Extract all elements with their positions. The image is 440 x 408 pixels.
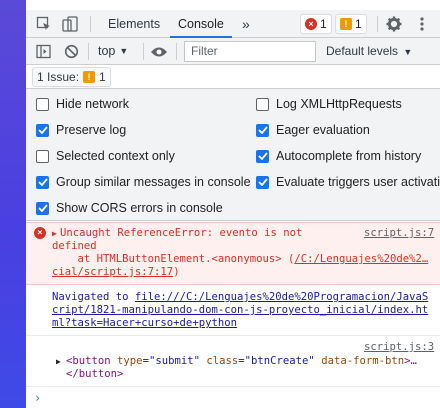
setting-eager-evaluation[interactable]: Eager evaluation xyxy=(256,123,370,137)
error-text-line: Uncaught ReferenceError: evento is not xyxy=(60,227,303,239)
checkbox-checked[interactable] xyxy=(256,149,269,163)
setting-label: Show CORS errors in console xyxy=(56,201,223,215)
checkbox-checked[interactable] xyxy=(256,175,269,189)
context-selector-label: top xyxy=(98,44,116,58)
navigation-url-link[interactable]: cript/1821-manipulando-dom-con-js-proyec… xyxy=(52,304,428,317)
tab-elements[interactable]: Elements xyxy=(108,10,160,38)
setting-group-similar[interactable]: Group similar messages in console xyxy=(36,175,251,189)
console-element-log: script.js:3 ▶ <button type="submit" clas… xyxy=(26,337,440,387)
issues-count: 1 xyxy=(99,70,106,84)
navigation-prefix: Navigated to xyxy=(52,291,135,303)
stack-trace-link[interactable]: cial/script.js:7:17 xyxy=(52,266,173,278)
issues-button[interactable]: 1 Issue: ! 1 xyxy=(32,67,111,87)
stack-trace-link[interactable]: /C:/Lenguajes%20de%2… xyxy=(294,253,428,265)
stack-trace-text: at HTMLButtonElement.<anonymous> ( xyxy=(52,253,295,265)
devtools-tab-bar: Elements Console » × 1 ! 1 xyxy=(26,10,440,38)
tag-open: <button xyxy=(66,355,111,367)
attr-name: type xyxy=(117,355,143,367)
expand-triangle-icon[interactable]: ▶ xyxy=(52,227,57,240)
divider xyxy=(88,43,89,60)
checkbox[interactable] xyxy=(36,149,49,163)
divider xyxy=(143,43,144,60)
error-source-link[interactable]: script.js:7 xyxy=(364,227,434,240)
checkbox-checked[interactable] xyxy=(256,123,269,137)
filter-placeholder: Filter xyxy=(191,44,218,58)
log-levels-dropdown[interactable]: Default levels ▼ xyxy=(326,38,412,65)
console-settings-pane: Hide network Preserve log Selected conte… xyxy=(26,89,440,221)
console-toolbar: top ▼ Filter Default levels ▼ xyxy=(26,38,440,65)
filter-input[interactable]: Filter xyxy=(184,41,316,62)
live-expression-eye-icon[interactable] xyxy=(150,43,168,60)
issues-bar: 1 Issue: ! 1 xyxy=(26,65,440,89)
device-toolbar-icon[interactable] xyxy=(62,16,78,32)
attr-value: "submit" xyxy=(148,355,200,367)
console-navigation-message: Navigated to file:///C:/Lenguajes%20de%2… xyxy=(26,286,440,336)
navigation-line: Navigated to file:///C:/Lenguajes%20de%2… xyxy=(52,291,428,304)
checkbox-checked[interactable] xyxy=(36,201,49,215)
issue-flag-icon: ! xyxy=(83,71,96,83)
checkbox-checked[interactable] xyxy=(36,175,49,189)
divider xyxy=(90,16,91,32)
desktop-background xyxy=(0,0,26,408)
tag-close: </button> xyxy=(66,368,124,380)
error-icon: × xyxy=(305,18,317,30)
stack-trace-line: at HTMLButtonElement.<anonymous> (/C:/Le… xyxy=(52,253,429,266)
setting-label: Evaluate triggers user activation xyxy=(276,175,440,189)
setting-label: Autocomplete from history xyxy=(276,149,422,163)
more-tabs-button[interactable]: » xyxy=(242,10,250,38)
error-text-line: defined xyxy=(52,240,97,252)
attr-value: "btnCreate" xyxy=(244,355,315,367)
checkbox[interactable] xyxy=(36,97,49,111)
dropdown-arrow-icon: ▼ xyxy=(403,47,413,57)
setting-evaluate-triggers[interactable]: Evaluate triggers user activation xyxy=(256,175,440,189)
stack-trace-line: cial/script.js:7:17) xyxy=(52,266,180,279)
show-sidebar-icon[interactable] xyxy=(36,44,51,59)
log-source-link[interactable]: script.js:3 xyxy=(364,341,434,354)
attr-name: data-form-btn xyxy=(321,355,405,367)
setting-label: Preserve log xyxy=(56,123,127,137)
console-error-message: × ▶ Uncaught ReferenceError: evento is n… xyxy=(26,222,440,285)
devtools-panel: Elements Console » × 1 ! 1 top ▼ Filter … xyxy=(26,0,440,408)
dropdown-arrow-icon: ▼ xyxy=(119,46,129,56)
stack-trace-text: ) xyxy=(173,266,180,278)
navigation-url-link[interactable]: ml?task=Hacer+curso+de+python xyxy=(52,317,237,330)
issues-label: 1 Issue: xyxy=(37,70,80,84)
element-node[interactable]: <button type="submit" class="btnCreate" … xyxy=(66,355,417,368)
setting-selected-context-only[interactable]: Selected context only xyxy=(36,149,175,163)
setting-label: Hide network xyxy=(56,97,129,111)
checkbox[interactable] xyxy=(256,97,269,111)
inspect-element-icon[interactable] xyxy=(36,16,52,32)
expand-triangle-icon[interactable]: ▶ xyxy=(56,355,61,368)
context-selector[interactable]: top ▼ xyxy=(98,38,128,65)
setting-show-cors-errors[interactable]: Show CORS errors in console xyxy=(36,201,223,215)
attr-name: class xyxy=(206,355,239,367)
divider xyxy=(176,43,177,60)
clear-console-icon[interactable] xyxy=(64,44,79,59)
settings-gear-icon[interactable] xyxy=(386,16,402,32)
setting-autocomplete-history[interactable]: Autocomplete from history xyxy=(256,149,421,163)
errors-count: 1 xyxy=(320,17,327,31)
setting-label: Log XMLHttpRequests xyxy=(276,97,402,111)
log-levels-label: Default levels xyxy=(326,44,399,58)
setting-label: Eager evaluation xyxy=(276,123,370,137)
setting-preserve-log[interactable]: Preserve log xyxy=(36,123,126,137)
checkbox-checked[interactable] xyxy=(36,123,49,137)
setting-label: Group similar messages in console xyxy=(56,175,251,189)
console-prompt[interactable]: › xyxy=(34,391,41,405)
warnings-badge[interactable]: ! 1 xyxy=(335,14,367,34)
divider xyxy=(377,16,378,32)
more-options-icon[interactable] xyxy=(414,16,430,32)
tab-console[interactable]: Console xyxy=(170,10,232,38)
setting-hide-network[interactable]: Hide network xyxy=(36,97,129,111)
warnings-count: 1 xyxy=(355,17,362,31)
error-icon: × xyxy=(34,227,46,239)
navigation-url-link[interactable]: file:///C:/Lenguajes%20de%20Programacion… xyxy=(135,291,428,303)
setting-log-xmlhttprequests[interactable]: Log XMLHttpRequests xyxy=(256,97,402,111)
warning-flag-icon: ! xyxy=(340,18,352,30)
tag-tail: >… xyxy=(404,355,417,367)
setting-label: Selected context only xyxy=(56,149,175,163)
errors-badge[interactable]: × 1 xyxy=(300,14,332,34)
